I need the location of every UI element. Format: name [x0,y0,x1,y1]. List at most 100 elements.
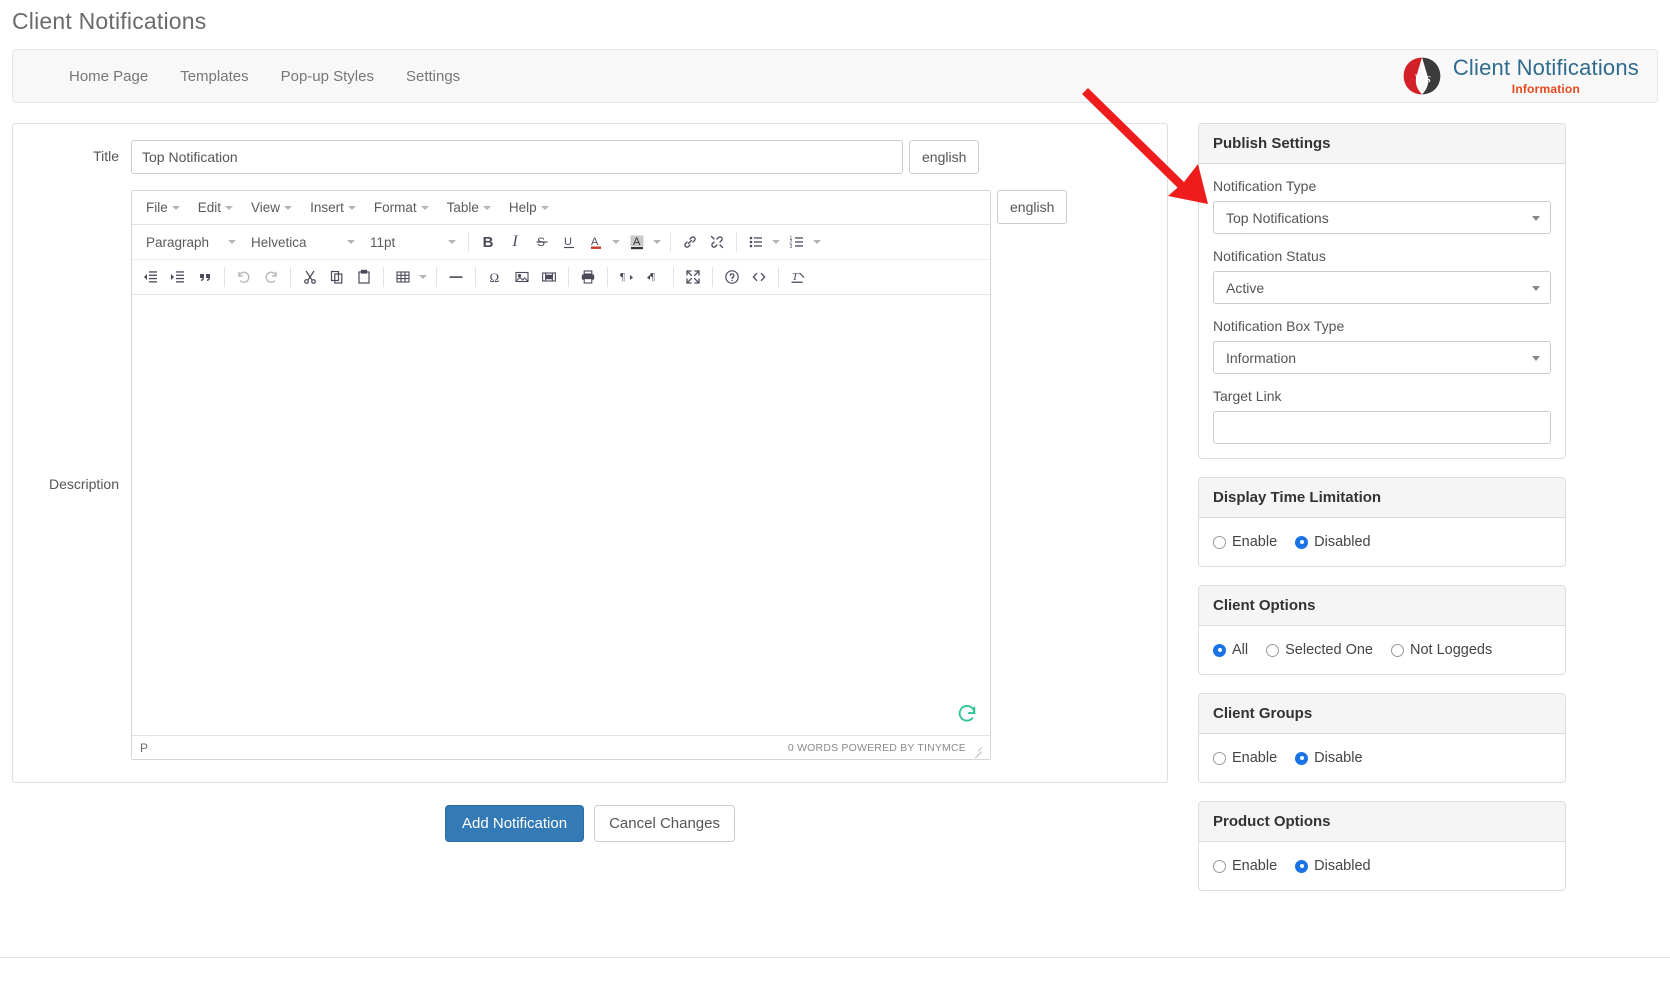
nav-item-home-page[interactable]: Home Page [53,58,164,95]
source-code-icon[interactable] [746,264,772,290]
radio-product-options-disabled[interactable]: Disabled [1295,858,1371,874]
target-link-input[interactable] [1213,411,1551,444]
radio-client-selected-one[interactable]: Selected One [1266,642,1373,658]
image-icon[interactable] [509,264,535,290]
fullscreen-icon[interactable] [680,264,706,290]
numbered-list-split[interactable]: 1 2 3 [784,229,824,255]
notification-box-type-select[interactable]: Information [1213,341,1551,374]
font-size-select[interactable]: 11pt [362,229,462,255]
rtl-icon[interactable]: ¶ [641,264,667,290]
menu-file-label: File [146,200,168,215]
menu-table[interactable]: Table [439,197,499,218]
add-notification-button[interactable]: Add Notification [445,805,585,842]
bullet-list-split[interactable] [743,229,783,255]
text-color-icon[interactable]: A [583,229,609,255]
svg-text:3: 3 [790,244,793,250]
menu-file[interactable]: File [138,197,188,218]
editor-content-area[interactable] [132,295,990,735]
notification-status-select[interactable]: Active [1213,271,1551,304]
title-row: Title english [13,140,1167,174]
svg-text:Ω: Ω [490,270,500,285]
bullet-list-icon[interactable] [743,229,769,255]
main-navbar: Home Page Templates Pop-up Styles Settin… [12,49,1658,103]
block-format-select[interactable]: Paragraph [138,229,242,255]
bold-icon[interactable]: B [475,229,501,255]
outdent-icon[interactable] [138,264,164,290]
table-icon[interactable] [390,264,416,290]
tinymce-editor: File Edit View Insert Format Table Help … [131,190,991,760]
table-split[interactable] [390,264,430,290]
menu-view[interactable]: View [243,197,300,218]
notification-type-select[interactable]: Top Notifications [1213,201,1551,234]
bullet-list-chevron-down-icon[interactable] [769,229,783,255]
radio-display-time-enable[interactable]: Enable [1213,534,1277,550]
chevron-down-icon [347,205,356,210]
radio-client-groups-enable[interactable]: Enable [1213,750,1277,766]
nav-item-templates[interactable]: Templates [164,58,264,95]
underline-icon[interactable]: U [556,229,582,255]
title-input[interactable] [131,140,903,174]
panel-client-groups-body: Enable Disable [1199,734,1565,782]
svg-text:w: w [1414,70,1423,84]
text-color-chevron-down-icon[interactable] [609,229,623,255]
special-character-icon[interactable]: Ω [482,264,508,290]
background-color-icon[interactable]: A [624,229,650,255]
menu-format[interactable]: Format [366,197,437,218]
cancel-changes-button[interactable]: Cancel Changes [594,805,735,842]
background-color-chevron-down-icon[interactable] [650,229,664,255]
nav-item-settings[interactable]: Settings [390,58,476,95]
strikethrough-icon[interactable]: S [529,229,555,255]
copy-icon[interactable] [324,264,350,290]
help-icon[interactable] [719,264,745,290]
toolbar-separator [290,267,291,287]
text-color-split[interactable]: A [583,229,623,255]
radio-client-all[interactable]: All [1213,642,1248,658]
redo-icon[interactable] [258,264,284,290]
clear-formatting-icon[interactable]: T [785,264,811,290]
numbered-list-chevron-down-icon[interactable] [810,229,824,255]
field-notification-status: Notification Status Active [1213,248,1551,304]
form-actions: Add Notification Cancel Changes [12,805,1168,842]
cut-icon[interactable] [297,264,323,290]
indent-icon[interactable] [165,264,191,290]
table-chevron-down-icon[interactable] [416,264,430,290]
chevron-down-icon [228,240,236,244]
chevron-down-icon [1532,215,1540,221]
numbered-list-icon[interactable]: 1 2 3 [784,229,810,255]
refresh-icon[interactable] [956,703,978,725]
editor-toolbar-row-2: Ω ¶ ¶ T [132,260,990,295]
radio-display-time-disabled[interactable]: Disabled [1295,534,1371,550]
menu-insert[interactable]: Insert [302,197,364,218]
client-options-radio-group: All Selected One Not Loggeds [1213,640,1551,660]
menu-edit[interactable]: Edit [190,197,241,218]
display-time-limitation-radio-group: Enable Disabled [1213,532,1551,552]
ltr-icon[interactable]: ¶ [614,264,640,290]
notification-form-panel: Title english Description File [12,123,1168,783]
description-language-badge[interactable]: english [997,190,1068,224]
link-icon[interactable] [677,229,703,255]
blockquote-icon[interactable] [192,264,218,290]
paste-icon[interactable] [351,264,377,290]
undo-icon[interactable] [231,264,257,290]
print-icon[interactable] [575,264,601,290]
menu-help[interactable]: Help [501,197,557,218]
radio-label: Not Loggeds [1410,642,1493,658]
radio-label: Enable [1232,750,1278,766]
horizontal-rule-icon[interactable] [443,264,469,290]
client-groups-radio-group: Enable Disable [1213,748,1551,768]
media-icon[interactable] [536,264,562,290]
toolbar-separator [673,267,674,287]
resize-handle-icon[interactable] [972,743,982,753]
description-label: Description [48,476,119,492]
title-language-badge[interactable]: english [909,140,980,174]
font-family-select[interactable]: Helvetica [243,229,361,255]
nav-item-popup-styles[interactable]: Pop-up Styles [265,58,390,95]
radio-client-groups-disable[interactable]: Disable [1295,750,1363,766]
unlink-icon[interactable] [704,229,730,255]
radio-product-options-enable[interactable]: Enable [1213,858,1277,874]
editor-element-path[interactable]: P [140,741,148,755]
radio-client-not-loggeds[interactable]: Not Loggeds [1391,642,1492,658]
toolbar-separator [224,267,225,287]
italic-icon[interactable]: I [502,229,528,255]
background-color-split[interactable]: A [624,229,664,255]
